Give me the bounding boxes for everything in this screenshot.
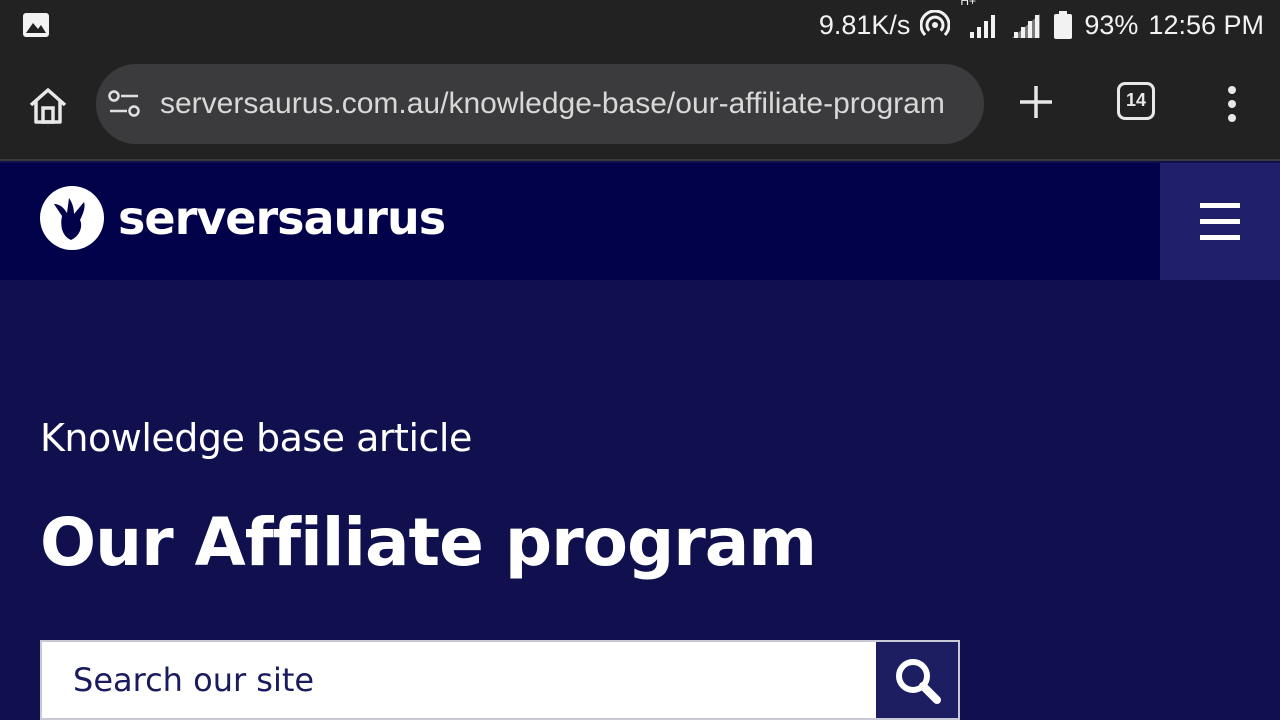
home-button[interactable] — [26, 84, 70, 128]
tab-switcher-button[interactable]: 14 — [1117, 82, 1155, 120]
battery-level: 93% — [1084, 10, 1139, 40]
dino-footprint-icon — [40, 186, 104, 250]
site-logo[interactable]: serversaurus — [40, 185, 446, 251]
hamburger-menu-button[interactable] — [1160, 163, 1280, 280]
tune-icon[interactable] — [108, 90, 142, 118]
hotspot-icon — [920, 10, 951, 40]
search-icon — [896, 659, 941, 704]
signal-icon: H+ — [960, 0, 1000, 40]
plus-icon — [1020, 86, 1052, 118]
image-icon — [22, 12, 50, 42]
site-header: serversaurus — [0, 163, 1280, 280]
clock: 12:56 PM — [1148, 10, 1264, 40]
page-title: Our Affiliate program — [40, 504, 817, 581]
home-icon — [29, 88, 67, 124]
hero-section: Knowledge base article Our Affiliate pro… — [0, 280, 1280, 720]
url-text[interactable]: serversaurus.com.au/knowledge-base/our-a… — [160, 64, 968, 144]
network-speed: 9.81K/s — [818, 10, 911, 40]
article-kicker: Knowledge base article — [40, 416, 472, 460]
logo-text: serversaurus — [118, 191, 446, 245]
signal-icon — [1010, 10, 1042, 40]
more-vert-icon — [1228, 86, 1236, 122]
search-button[interactable] — [876, 642, 958, 718]
browser-menu-button[interactable] — [1220, 84, 1244, 124]
search-input[interactable] — [42, 642, 878, 718]
address-bar[interactable]: serversaurus.com.au/knowledge-base/our-a… — [96, 64, 984, 144]
tab-count: 14 — [1125, 90, 1147, 110]
site-search — [40, 640, 960, 720]
status-bar: 9.81K/s H+ 93% 12:56 PM — [0, 0, 1280, 50]
network-type-label: H+ — [960, 0, 977, 8]
new-tab-button[interactable] — [1016, 82, 1056, 122]
browser-toolbar: serversaurus.com.au/knowledge-base/our-a… — [0, 50, 1280, 161]
battery-icon — [1052, 10, 1074, 40]
